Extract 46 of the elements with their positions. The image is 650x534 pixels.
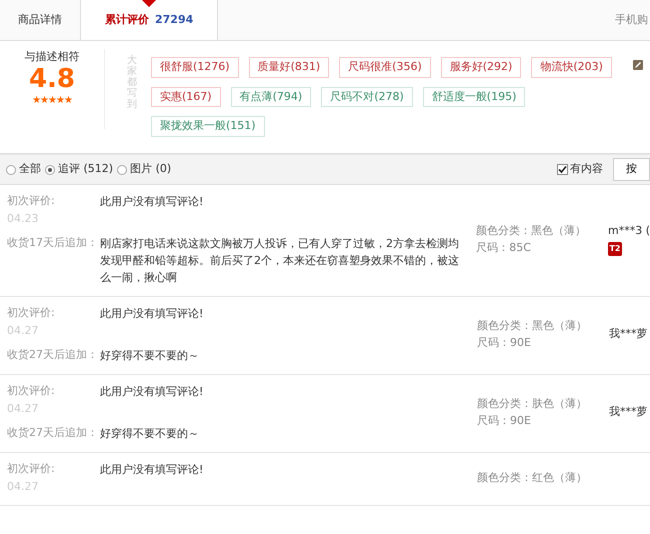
review-tag[interactable]: 很舒服(1276) [151,57,239,78]
check-icon [558,165,567,174]
review-tag[interactable]: 尺码不对(278) [321,86,413,107]
review-tag[interactable]: 聚拢效果一般(151) [151,116,265,136]
has-content-checkbox[interactable]: 有内容 [557,161,603,178]
review-label: 初次评价: [7,383,56,400]
sku-info: 颜色分类：黑色（薄） [477,318,588,334]
sku-info: 颜色分类：黑色（薄） [476,223,588,240]
username: 我***萝 [609,326,648,342]
review-tag[interactable]: 物流快(203) [531,57,612,78]
append-text: 好穿得不要不要的～ [100,348,199,364]
filter-radio[interactable]: 图片 (0) [117,161,172,178]
sku-info: 尺码：85C [476,240,532,256]
review-tag[interactable]: 尺码很准(356) [339,57,431,78]
sku-info: 颜色分类：红色（薄） [477,470,588,486]
review-label: 初次评价: [7,305,56,322]
append-label: 收货17天后追加： [7,235,99,251]
sku-info: 颜色分类：肤色（薄） [477,396,588,412]
append-label: 收货27天后追加： [7,425,99,442]
mobile-buy-link[interactable]: 手机购 [615,12,650,28]
score-label: 与描述相符 [24,49,80,65]
edit-icon[interactable] [633,60,643,70]
review-tag[interactable]: 实惠(167) [151,86,221,107]
star-rating: ★★★★★ [32,94,72,108]
review-label: 初次评价: [7,461,56,478]
append-label: 收货27天后追加： [7,347,99,364]
review-tag[interactable]: 舒适度一般(195) [422,86,526,107]
review-tag[interactable]: 服务好(292) [440,57,522,78]
review-text: 此用户没有填写评论! [100,194,204,210]
level-badge: T2 [608,242,622,256]
sku-info: 尺码：90E [477,412,532,429]
review-text: 此用户没有填写评论! [100,306,204,322]
username: 我***萝 [609,404,648,420]
append-text: 刚店家打电话来说这款文胸被万人投诉，已有人穿了过敏，2方拿去检测均发现甲醛和铅等超标。前后买了2个，本来还在窃喜塑身效果不错的，被这么一闹，揪心啊 [100,236,460,286]
review-label: 初次评价: [7,193,56,209]
review-text: 此用户没有填写评论! [100,462,204,478]
score-value: 4.8 [28,66,76,93]
username: m***3 ( [608,222,650,239]
sort-button[interactable]: 按 [613,158,650,181]
review-tag[interactable]: 有点薄(794) [230,86,312,107]
filter-radio[interactable]: 全部 [6,161,41,178]
sku-info: 尺码：90E [477,334,532,351]
filter-radio[interactable]: 追评 (512) [45,161,114,178]
review-tag[interactable]: 质量好(831) [248,57,330,78]
review-text: 此用户没有填写评论! [100,384,204,400]
append-text: 好穿得不要不要的～ [100,426,199,442]
